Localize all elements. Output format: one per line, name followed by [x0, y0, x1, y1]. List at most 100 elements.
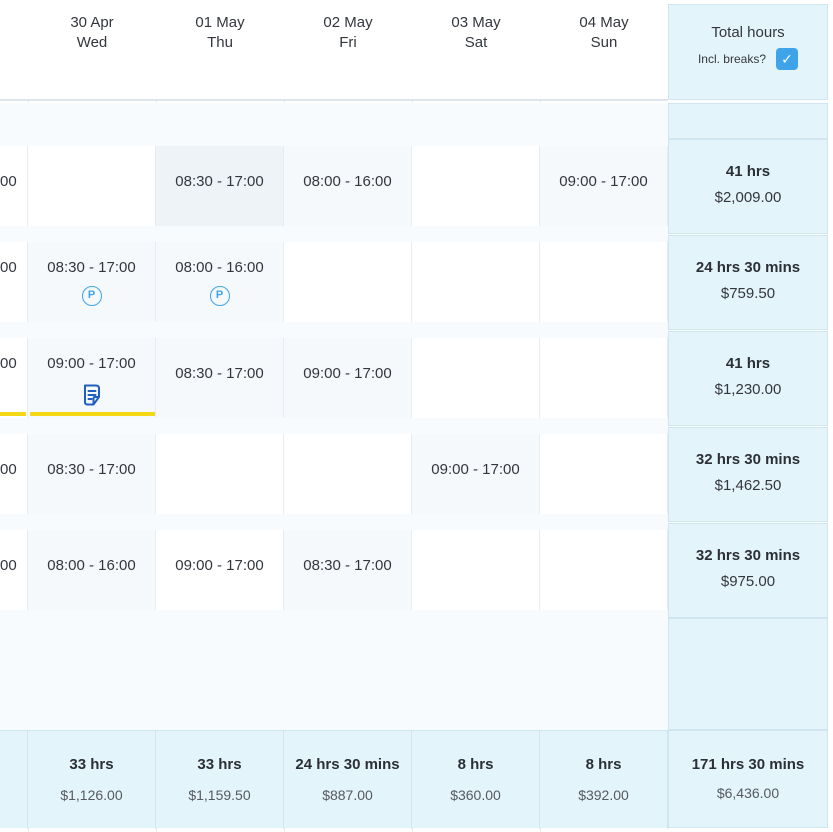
shift-cell[interactable]	[156, 434, 284, 514]
shift-time: 00	[0, 173, 17, 190]
day-header-row: 30 Apr Wed 01 May Thu 02 May Fri 03 May …	[0, 0, 668, 101]
shift-time: 00	[0, 355, 17, 372]
shift-time: 08:30 - 17:00	[47, 461, 136, 478]
shift-time: 08:30 - 17:00	[175, 365, 264, 382]
total-hours-title: Total hours	[711, 24, 785, 41]
include-breaks-checkbox[interactable]: ✓	[776, 48, 799, 70]
day-date: 01 May	[195, 14, 245, 31]
employee-row: 00 08:30 - 17:00 09:00 - 17:00	[0, 434, 668, 514]
shift-time: 09:00 - 17:00	[303, 365, 392, 382]
day-header-sat: 03 May Sat	[412, 0, 540, 100]
day-weekday: Sun	[590, 34, 618, 51]
shift-cell[interactable]: 08:30 - 17:00 P	[28, 242, 156, 322]
row-total-hours: 41 hrs	[725, 355, 771, 372]
shift-cell[interactable]	[412, 146, 540, 226]
shift-cell[interactable]: 00	[0, 434, 28, 514]
grand-total-cost: $6,436.00	[716, 785, 780, 801]
shift-cell[interactable]	[284, 242, 412, 322]
shift-cell[interactable]: 08:30 - 17:00	[28, 434, 156, 514]
shift-time: 08:00 - 16:00	[303, 173, 392, 190]
shift-time: 00	[0, 259, 17, 276]
employee-row: 00 08:00 - 16:00 09:00 - 17:00 08:30 - 1…	[0, 530, 668, 610]
shift-cell[interactable]: 00	[0, 338, 28, 418]
shift-time: 09:00 - 17:00	[175, 557, 264, 574]
daily-total-cost: $887.00	[322, 787, 373, 803]
shift-cell[interactable]	[412, 338, 540, 418]
shift-cell[interactable]	[540, 242, 668, 322]
shift-cell[interactable]	[540, 530, 668, 610]
shift-cell[interactable]: 00	[0, 146, 28, 226]
row-total-cost: $2,009.00	[714, 189, 782, 206]
grand-total-hours: 171 hrs 30 mins	[691, 756, 805, 773]
day-date: 02 May	[323, 14, 373, 31]
daily-total-hours: 33 hrs	[69, 756, 114, 773]
row-total-cost: $759.50	[720, 285, 776, 302]
employee-row: 00 08:30 - 17:00 P 08:00 - 16:00 P	[0, 242, 668, 322]
day-date: 03 May	[451, 14, 501, 31]
row-total-hours: 24 hrs 30 mins	[695, 259, 801, 276]
shift-cell[interactable]	[540, 338, 668, 418]
daily-total-cost: $1,126.00	[60, 787, 123, 803]
day-weekday: Wed	[76, 34, 108, 51]
daily-total-cell	[0, 731, 28, 829]
shift-time: 08:30 - 17:00	[303, 557, 392, 574]
daily-total-cost: $360.00	[450, 787, 501, 803]
shift-cell[interactable]: 08:00 - 16:00	[284, 146, 412, 226]
daily-total-cost: $392.00	[578, 787, 629, 803]
daily-total-hours: 8 hrs	[585, 756, 622, 773]
row-total-hours: 32 hrs 30 mins	[695, 547, 801, 564]
shift-cell[interactable]	[412, 530, 540, 610]
shift-cell[interactable]: 08:00 - 16:00 P	[156, 242, 284, 322]
daily-total-cost: $1,159.50	[188, 787, 251, 803]
shift-cell[interactable]: 08:30 - 17:00	[156, 146, 284, 226]
shift-time: 00	[0, 557, 17, 574]
shift-cell[interactable]: 09:00 - 17:00	[540, 146, 668, 226]
employee-row: 00 09:00 - 17:00 08:30 - 17:00 09:00 - 1…	[0, 338, 668, 418]
day-date: 30 Apr	[70, 14, 114, 31]
roster-grid: 30 Apr Wed 01 May Thu 02 May Fri 03 May …	[0, 0, 833, 832]
day-header-fri: 02 May Fri	[284, 0, 412, 100]
shift-cell[interactable]	[28, 146, 156, 226]
daily-total-hours: 24 hrs 30 mins	[295, 756, 400, 773]
row-total: 41 hrs $2,009.00	[668, 139, 828, 234]
day-date: 04 May	[579, 14, 629, 31]
daily-total-cell: 8 hrs $392.00	[540, 731, 668, 829]
shift-time: 08:30 - 17:00	[47, 259, 136, 276]
day-weekday: Sat	[464, 34, 488, 51]
shift-cell[interactable]: 09:00 - 17:00	[156, 530, 284, 610]
row-gap	[0, 226, 668, 242]
shift-cell[interactable]	[412, 242, 540, 322]
row-total: 41 hrs $1,230.00	[668, 331, 828, 426]
shift-cell[interactable]	[284, 434, 412, 514]
group-band	[0, 103, 668, 146]
day-header-wed: 30 Apr Wed	[28, 0, 156, 100]
shift-time: 00	[0, 461, 17, 478]
shift-cell[interactable]	[540, 434, 668, 514]
shift-time: 08:30 - 17:00	[175, 173, 264, 190]
shift-time: 09:00 - 17:00	[431, 461, 520, 478]
shift-cell[interactable]: 09:00 - 17:00	[412, 434, 540, 514]
day-weekday: Thu	[207, 34, 233, 51]
shift-time: 08:00 - 16:00	[175, 259, 264, 276]
employee-row: 00 08:30 - 17:00 08:00 - 16:00 09:00 - 1…	[0, 146, 668, 226]
include-breaks-label: Incl. breaks?	[697, 52, 767, 66]
total-band	[668, 103, 828, 139]
selection-underline	[30, 412, 155, 416]
daily-total-cell: 24 hrs 30 mins $887.00	[284, 731, 412, 829]
row-total-cost: $1,230.00	[714, 381, 782, 398]
shift-cell[interactable]: 00	[0, 530, 28, 610]
shift-cell[interactable]: 08:30 - 17:00	[284, 530, 412, 610]
shift-cell[interactable]: 00	[0, 242, 28, 322]
shift-cell[interactable]: 09:00 - 17:00	[284, 338, 412, 418]
include-breaks-toggle: Incl. breaks? ✓	[669, 48, 827, 70]
shift-cell[interactable]: 09:00 - 17:00	[28, 338, 156, 418]
empty-band	[0, 610, 668, 730]
daily-total-hours: 8 hrs	[457, 756, 494, 773]
row-total-cost: $1,462.50	[714, 477, 782, 494]
row-total-hours: 41 hrs	[725, 163, 771, 180]
row-gap	[0, 418, 668, 434]
shift-cell[interactable]: 08:00 - 16:00	[28, 530, 156, 610]
shift-cell[interactable]: 08:30 - 17:00	[156, 338, 284, 418]
daily-total-cell: 8 hrs $360.00	[412, 731, 540, 829]
row-total-hours: 32 hrs 30 mins	[695, 451, 801, 468]
